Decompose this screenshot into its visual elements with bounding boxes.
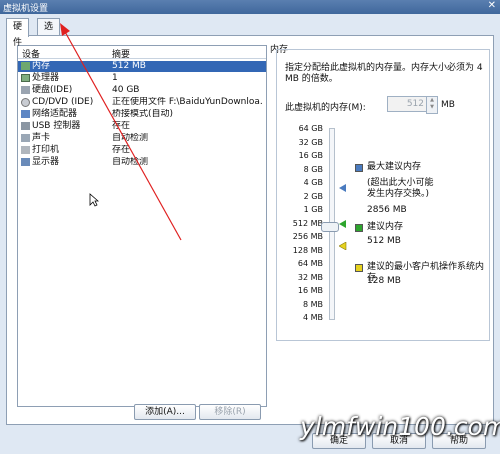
memory-icon	[21, 62, 30, 70]
device-summary: 自动检测	[112, 133, 149, 143]
window-title: 虚拟机设置	[3, 4, 49, 14]
mouse-cursor-icon	[89, 193, 99, 207]
network-adapter-icon	[21, 110, 30, 118]
scale-label: 1 GB	[303, 205, 323, 214]
printer-icon	[21, 146, 30, 154]
scale-label: 8 GB	[303, 165, 323, 174]
memory-input[interactable]: 512	[387, 96, 427, 112]
device-row-network-adapter[interactable]: 网络适配器 桥接模式(自动)	[18, 109, 266, 120]
device-summary: 桥接模式(自动)	[112, 109, 174, 119]
device-name: 内存	[32, 61, 51, 71]
recommended-value: 512 MB	[367, 236, 401, 246]
close-icon[interactable]: ✕	[488, 0, 496, 11]
minimum-legend-icon	[355, 264, 363, 272]
device-summary: 存在	[112, 145, 131, 155]
device-summary: 512 MB	[112, 61, 146, 71]
memory-field-label: 此虚拟机的内存(M):	[285, 103, 366, 113]
device-summary: 40 GB	[112, 85, 140, 95]
device-name: 打印机	[32, 145, 60, 155]
device-row-printer[interactable]: 打印机 存在	[18, 145, 266, 156]
tab-options[interactable]: 选项	[37, 18, 61, 48]
watermark: ylmfwin100.com	[300, 412, 500, 441]
device-summary: 正在使用文件 F:\BaiduYunDownloa...	[112, 97, 262, 107]
minimum-marker-icon	[339, 242, 347, 250]
add-device-button[interactable]: 添加(A)...	[134, 404, 196, 420]
cpu-icon	[21, 74, 30, 82]
device-name: 处理器	[32, 73, 60, 83]
sound-card-icon	[21, 134, 30, 142]
cd-dvd-icon	[21, 98, 30, 107]
device-name: 声卡	[32, 133, 51, 143]
device-name: CD/DVD (IDE)	[32, 97, 94, 107]
device-row-usb[interactable]: USB 控制器 存在	[18, 121, 266, 132]
device-summary: 存在	[112, 121, 131, 131]
device-list[interactable]: 设备 摘要 内存 512 MB 处理器 1 硬盘(IDE) 40 GB CD/D…	[17, 45, 267, 407]
usb-icon	[21, 122, 30, 130]
scale-label: 4 MB	[302, 313, 323, 322]
device-summary: 自动检测	[112, 157, 149, 167]
memory-spin-buttons[interactable]: ▲ ▼	[426, 96, 438, 114]
scale-label: 2 GB	[303, 192, 323, 201]
scale-label: 4 GB	[303, 178, 323, 187]
max-recommended-value: 2856 MB	[367, 205, 407, 215]
recommended-legend-icon	[355, 224, 363, 232]
minimum-value: 128 MB	[367, 276, 401, 286]
hard-disk-icon	[21, 86, 30, 94]
device-name: USB 控制器	[32, 121, 81, 131]
recommended-title: 建议内存	[367, 222, 404, 232]
scale-label: 128 MB	[292, 246, 323, 255]
scale-label: 8 MB	[302, 300, 323, 309]
max-recommended-title: 最大建议内存	[367, 162, 422, 172]
memory-slider-thumb[interactable]	[321, 222, 339, 232]
memory-unit: MB	[441, 100, 455, 110]
remove-device-button[interactable]: 移除(R)	[199, 404, 261, 420]
scale-label: 512 MB	[292, 219, 323, 228]
scale-label: 64 MB	[297, 259, 323, 268]
title-bar: 虚拟机设置 ✕	[0, 0, 500, 14]
max-recommended-legend-icon	[355, 164, 363, 172]
device-row-hard-disk[interactable]: 硬盘(IDE) 40 GB	[18, 85, 266, 96]
column-device[interactable]: 设备	[22, 47, 40, 60]
tab-hardware[interactable]: 硬件	[6, 18, 30, 48]
device-name: 显示器	[32, 157, 60, 167]
scale-label: 16 GB	[298, 151, 323, 160]
max-recommended-note-2: 发生内存交换。)	[367, 189, 430, 199]
device-name: 网络适配器	[32, 109, 78, 119]
device-summary: 1	[112, 73, 118, 83]
scale-label: 256 MB	[292, 232, 323, 241]
device-row-display[interactable]: 显示器 自动检测	[18, 157, 266, 168]
device-row-cpu[interactable]: 处理器 1	[18, 73, 266, 84]
memory-group-box: 指定分配给此虚拟机的内存量。内存大小必须为 4 MB 的倍数。 此虚拟机的内存(…	[276, 49, 490, 341]
device-list-header: 设备 摘要	[18, 46, 266, 60]
max-recommended-marker-icon	[339, 184, 346, 192]
scale-label: 16 MB	[297, 286, 323, 295]
max-recommended-note-1: (超出此大小可能	[367, 178, 434, 188]
memory-description: 指定分配给此虚拟机的内存量。内存大小必须为 4 MB 的倍数。	[285, 63, 483, 84]
scale-label: 32 GB	[298, 138, 323, 147]
memory-group: 内存 指定分配给此虚拟机的内存量。内存大小必须为 4 MB 的倍数。 此虚拟机的…	[270, 42, 490, 342]
device-name: 硬盘(IDE)	[32, 85, 73, 95]
device-row-sound-card[interactable]: 声卡 自动检测	[18, 133, 266, 144]
recommended-marker-icon	[339, 220, 346, 228]
device-row-memory[interactable]: 内存 512 MB	[18, 61, 266, 72]
display-icon	[21, 158, 30, 166]
scale-label: 64 GB	[298, 124, 323, 133]
hardware-panel: 设备 摘要 内存 512 MB 处理器 1 硬盘(IDE) 40 GB CD/D…	[6, 35, 494, 425]
column-summary[interactable]: 摘要	[112, 47, 130, 60]
device-row-cd-dvd[interactable]: CD/DVD (IDE) 正在使用文件 F:\BaiduYunDownloa..…	[18, 97, 266, 108]
scale-label: 32 MB	[297, 273, 323, 282]
